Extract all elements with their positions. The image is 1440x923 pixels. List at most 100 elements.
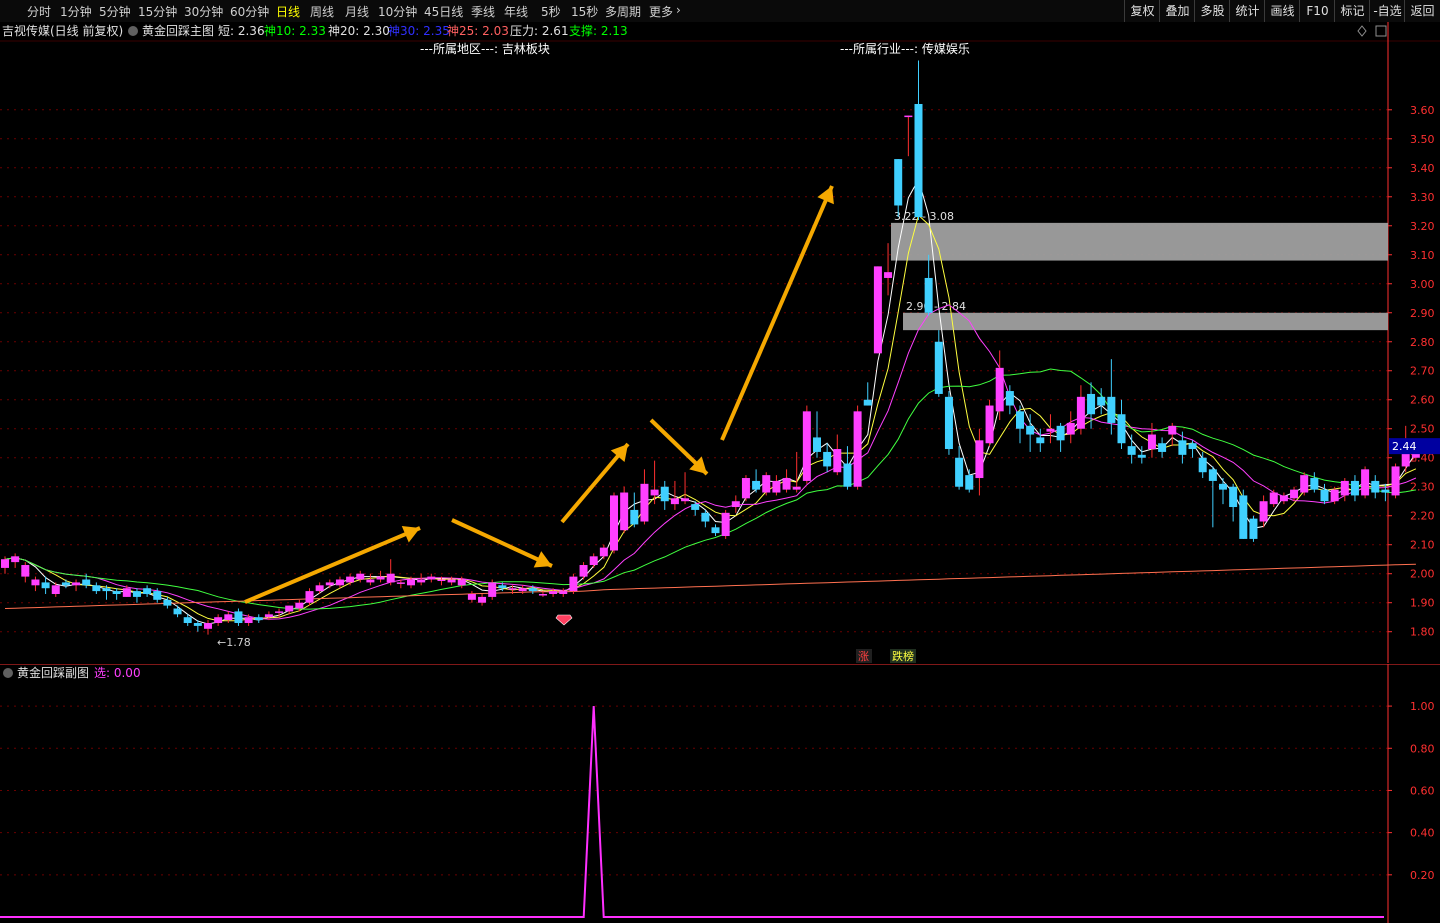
candle-body — [122, 588, 131, 597]
indicator-value-2: 神20: 2.30 — [328, 24, 390, 38]
toolbar-button-6[interactable]: 标记 — [1334, 0, 1370, 22]
candle-body — [1147, 434, 1156, 450]
period-tab-10[interactable]: 45日线 — [424, 3, 463, 20]
y-tick-label: 3.20 — [1410, 220, 1435, 233]
y-tick-label: 1.80 — [1410, 626, 1435, 639]
candle-body — [305, 591, 314, 603]
y-tick-label: 1.90 — [1410, 597, 1435, 610]
y-tick-label: 3.30 — [1410, 191, 1435, 204]
candle-body — [873, 266, 882, 354]
candle-body — [772, 480, 781, 493]
candle-body — [1, 559, 9, 568]
main-indicator-name: 黄金回踩主图 — [142, 23, 214, 38]
candle-body — [51, 585, 60, 595]
candle-body — [701, 512, 710, 522]
candle-body — [1137, 454, 1146, 458]
candle-body — [102, 588, 111, 592]
toolbar-button-4[interactable]: 画线 — [1264, 0, 1300, 22]
candle-body — [1229, 486, 1238, 508]
indicator-value-1: 神10: 2.33 — [264, 24, 326, 38]
candle-body — [833, 449, 842, 473]
stock-title[interactable]: 吉视传媒(日线 前复权) — [2, 23, 123, 38]
sub-indicator-toggle-icon[interactable] — [3, 668, 13, 678]
period-tab-1[interactable]: 1分钟 — [60, 3, 92, 20]
candle-body — [82, 579, 91, 586]
period-tab-11[interactable]: 季线 — [471, 3, 495, 20]
period-tab-2[interactable]: 5分钟 — [99, 3, 131, 20]
indicator-value-5: 压力: 2.61 — [510, 24, 569, 38]
candle-body — [508, 588, 517, 590]
candle-body — [386, 573, 395, 583]
candle-body — [904, 115, 913, 118]
y-tick-label: 2.00 — [1410, 568, 1435, 581]
y-tick-label: 3.10 — [1410, 249, 1435, 262]
sub-background — [0, 664, 1440, 923]
y-tick-label: 3.00 — [1410, 278, 1435, 291]
candle-body — [214, 617, 223, 624]
candle-body — [417, 579, 426, 583]
period-toolbar: 分时 1分钟 5分钟 15分钟 30分钟 60分钟 日线 周线 月线 10分钟 45日线 季线 年线 5秒… — [0, 0, 1440, 23]
candle-body — [224, 614, 233, 621]
candle-body — [1097, 396, 1106, 406]
period-tab-6[interactable]: 日线 — [276, 3, 300, 20]
indicator-toggle-icon[interactable] — [128, 26, 138, 36]
period-tab-15[interactable]: 多周期 — [605, 3, 641, 20]
period-tab-7[interactable]: 周线 — [310, 3, 334, 20]
candle-body — [1026, 425, 1035, 435]
sub-y-tick-label: 0.20 — [1410, 869, 1435, 882]
period-tab-14[interactable]: 15秒 — [571, 3, 598, 20]
period-tab-4[interactable]: 30分钟 — [184, 3, 223, 20]
sub-chart-panel[interactable]: 1.00 0.80 0.60 0.40 0.20 黄金回踩副图 选: 0.00 — [0, 664, 1440, 923]
candle-body — [457, 579, 466, 586]
toolbar-button-7[interactable]: -自选 — [1369, 0, 1405, 22]
candle-body — [934, 341, 943, 394]
period-tab-8[interactable]: 月线 — [345, 3, 369, 20]
candle-body — [285, 605, 294, 612]
period-tab-3[interactable]: 15分钟 — [138, 3, 177, 20]
candle-body — [528, 588, 537, 592]
period-tab-5[interactable]: 60分钟 — [230, 3, 269, 20]
signal-chart[interactable]: 1.00 0.80 0.60 0.40 0.20 黄金回踩副图 选: 0.00 — [0, 664, 1440, 923]
candle-body — [843, 463, 852, 487]
candle-body — [366, 579, 375, 583]
candle-body — [498, 585, 507, 589]
candle-body — [691, 504, 700, 510]
main-chart-panel[interactable]: 3.60 3.50 3.40 3.30 3.20 3.10 3.00 2.90 2.80 2.70… — [0, 22, 1440, 663]
period-tab-12[interactable]: 年线 — [504, 3, 528, 20]
candle-body — [721, 512, 730, 537]
candle-body — [884, 272, 893, 278]
candle-body — [1330, 489, 1339, 502]
candle-body — [569, 576, 578, 592]
toolbar-button-5[interactable]: F10 — [1299, 0, 1335, 22]
candle-body — [1046, 428, 1055, 432]
candlestick-chart[interactable]: 3.60 3.50 3.40 3.30 3.20 3.10 3.00 2.90 2.80 2.70… — [0, 22, 1440, 663]
toolbar-button-8[interactable]: 返回 — [1404, 0, 1440, 22]
y-tick-label: 3.50 — [1410, 133, 1435, 146]
candle-body — [467, 594, 476, 600]
candle-body — [183, 617, 192, 624]
period-tab-9[interactable]: 10分钟 — [378, 3, 417, 20]
resistance-zone — [903, 312, 1388, 331]
candle-body — [11, 556, 20, 563]
period-tab-16[interactable]: 更多 — [649, 3, 673, 20]
candle-body — [1350, 480, 1359, 496]
more-chevron-icon[interactable]: › — [676, 3, 681, 17]
y-tick-label: 2.90 — [1410, 307, 1435, 320]
toolbar-button-1[interactable]: 叠加 — [1159, 0, 1195, 22]
period-tab-0[interactable]: 分时 — [27, 3, 51, 20]
toolbar-button-2[interactable]: 多股 — [1194, 0, 1230, 22]
period-tab-13[interactable]: 5秒 — [541, 3, 561, 20]
candle-body — [396, 582, 405, 584]
candle-body — [92, 585, 101, 592]
candle-body — [163, 599, 172, 606]
candle-body — [61, 582, 70, 586]
candle-body — [752, 480, 761, 490]
candle-body — [995, 367, 1004, 412]
low-price-label: ←1.78 — [217, 636, 251, 649]
candle-body — [244, 617, 253, 624]
toolbar-button-0[interactable]: 复权 — [1124, 0, 1160, 22]
toolbar-button-3[interactable]: 统计 — [1229, 0, 1265, 22]
candle-body — [1056, 425, 1065, 441]
candle-body — [813, 437, 821, 452]
candle-body — [965, 475, 974, 490]
